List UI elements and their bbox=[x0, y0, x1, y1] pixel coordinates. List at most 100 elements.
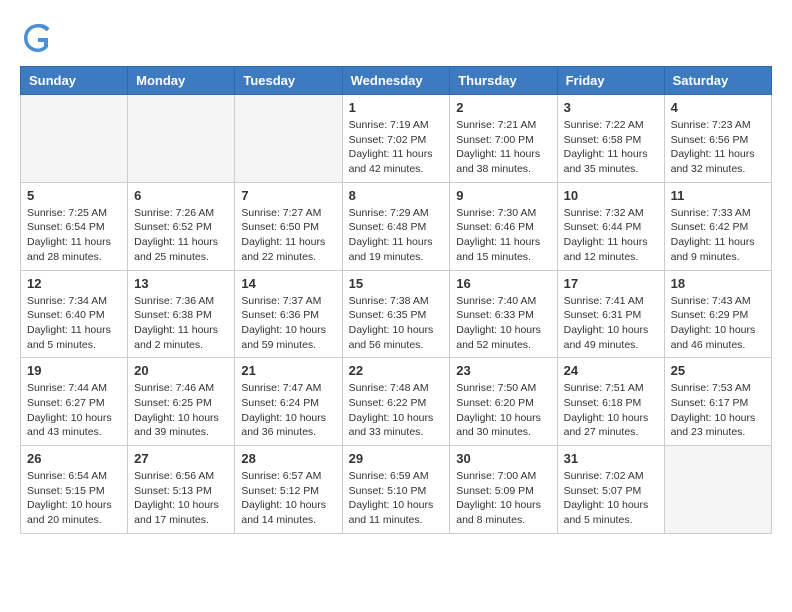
day-number: 19 bbox=[27, 363, 121, 378]
day-header-tuesday: Tuesday bbox=[235, 67, 342, 95]
day-info: Sunrise: 7:53 AM Sunset: 6:17 PM Dayligh… bbox=[671, 381, 765, 440]
day-number: 30 bbox=[456, 451, 550, 466]
day-info: Sunrise: 7:36 AM Sunset: 6:38 PM Dayligh… bbox=[134, 294, 228, 353]
day-number: 21 bbox=[241, 363, 335, 378]
calendar-cell: 26 Sunrise: 6:54 AM Sunset: 5:15 PM Dayli… bbox=[21, 446, 128, 534]
day-info: Sunrise: 7:46 AM Sunset: 6:25 PM Dayligh… bbox=[134, 381, 228, 440]
calendar-cell: 13 Sunrise: 7:36 AM Sunset: 6:38 PM Dayli… bbox=[128, 270, 235, 358]
day-number: 2 bbox=[456, 100, 550, 115]
day-info: Sunrise: 7:34 AM Sunset: 6:40 PM Dayligh… bbox=[27, 294, 121, 353]
day-number: 20 bbox=[134, 363, 228, 378]
day-number: 10 bbox=[564, 188, 658, 203]
day-number: 8 bbox=[349, 188, 444, 203]
day-number: 29 bbox=[349, 451, 444, 466]
calendar-cell: 28Sunrise: 6:57 AM Sunset: 5:12 PM Dayli… bbox=[235, 446, 342, 534]
calendar-cell: 6Sunrise: 7:26 AM Sunset: 6:52 PM Daylig… bbox=[128, 182, 235, 270]
day-header-friday: Friday bbox=[557, 67, 664, 95]
day-number: 9 bbox=[456, 188, 550, 203]
day-number: 31 bbox=[564, 451, 658, 466]
calendar-cell: 17 Sunrise: 7:41 AM Sunset: 6:31 PM Dayli… bbox=[557, 270, 664, 358]
day-header-thursday: Thursday bbox=[450, 67, 557, 95]
calendar-week-row: 1 Sunrise: 7:19 AM Sunset: 7:02 PM Daylig… bbox=[21, 95, 772, 183]
day-number: 4 bbox=[671, 100, 765, 115]
calendar-cell: 31 Sunrise: 7:02 AM Sunset: 5:07 PM Dayli… bbox=[557, 446, 664, 534]
day-number: 11 bbox=[671, 188, 765, 203]
day-number: 13 bbox=[134, 276, 228, 291]
day-info: Sunrise: 7:50 AM Sunset: 6:20 PM Dayligh… bbox=[456, 381, 550, 440]
day-info: Sunrise: 7:19 AM Sunset: 7:02 PM Dayligh… bbox=[349, 118, 444, 177]
calendar-cell: 25 Sunrise: 7:53 AM Sunset: 6:17 PM Dayli… bbox=[664, 358, 771, 446]
calendar-cell: 22 Sunrise: 7:48 AM Sunset: 6:22 PM Dayli… bbox=[342, 358, 450, 446]
day-number: 15 bbox=[349, 276, 444, 291]
calendar-cell: 3 Sunrise: 7:22 AM Sunset: 6:58 PM Daylig… bbox=[557, 95, 664, 183]
calendar-week-row: 5Sunrise: 7:25 AM Sunset: 6:54 PM Daylig… bbox=[21, 182, 772, 270]
calendar-cell: 1 Sunrise: 7:19 AM Sunset: 7:02 PM Daylig… bbox=[342, 95, 450, 183]
day-info: Sunrise: 7:48 AM Sunset: 6:22 PM Dayligh… bbox=[349, 381, 444, 440]
day-number: 1 bbox=[349, 100, 444, 115]
day-number: 25 bbox=[671, 363, 765, 378]
day-info: Sunrise: 7:51 AM Sunset: 6:18 PM Dayligh… bbox=[564, 381, 658, 440]
day-info: Sunrise: 7:29 AM Sunset: 6:48 PM Dayligh… bbox=[349, 206, 444, 265]
day-number: 12 bbox=[27, 276, 121, 291]
day-info: Sunrise: 7:32 AM Sunset: 6:44 PM Dayligh… bbox=[564, 206, 658, 265]
day-number: 14 bbox=[241, 276, 335, 291]
calendar-cell: 11Sunrise: 7:33 AM Sunset: 6:42 PM Dayli… bbox=[664, 182, 771, 270]
day-number: 7 bbox=[241, 188, 335, 203]
calendar-cell: 10 Sunrise: 7:32 AM Sunset: 6:44 PM Dayli… bbox=[557, 182, 664, 270]
calendar-cell: 16 Sunrise: 7:40 AM Sunset: 6:33 PM Dayli… bbox=[450, 270, 557, 358]
calendar-header-row: SundayMondayTuesdayWednesdayThursdayFrid… bbox=[21, 67, 772, 95]
day-header-monday: Monday bbox=[128, 67, 235, 95]
day-number: 28 bbox=[241, 451, 335, 466]
calendar-cell: 4Sunrise: 7:23 AM Sunset: 6:56 PM Daylig… bbox=[664, 95, 771, 183]
calendar-cell: 18 Sunrise: 7:43 AM Sunset: 6:29 PM Dayli… bbox=[664, 270, 771, 358]
calendar-cell bbox=[128, 95, 235, 183]
calendar-cell: 5Sunrise: 7:25 AM Sunset: 6:54 PM Daylig… bbox=[21, 182, 128, 270]
calendar-cell: 21 Sunrise: 7:47 AM Sunset: 6:24 PM Dayli… bbox=[235, 358, 342, 446]
logo bbox=[20, 20, 62, 56]
day-number: 26 bbox=[27, 451, 121, 466]
day-info: Sunrise: 7:00 AM Sunset: 5:09 PM Dayligh… bbox=[456, 469, 550, 528]
day-info: Sunrise: 7:43 AM Sunset: 6:29 PM Dayligh… bbox=[671, 294, 765, 353]
day-info: Sunrise: 7:22 AM Sunset: 6:58 PM Dayligh… bbox=[564, 118, 658, 177]
calendar-cell: 29 Sunrise: 6:59 AM Sunset: 5:10 PM Dayli… bbox=[342, 446, 450, 534]
calendar-week-row: 19 Sunrise: 7:44 AM Sunset: 6:27 PM Dayli… bbox=[21, 358, 772, 446]
day-info: Sunrise: 7:41 AM Sunset: 6:31 PM Dayligh… bbox=[564, 294, 658, 353]
day-number: 17 bbox=[564, 276, 658, 291]
day-number: 22 bbox=[349, 363, 444, 378]
day-info: Sunrise: 7:37 AM Sunset: 6:36 PM Dayligh… bbox=[241, 294, 335, 353]
day-info: Sunrise: 6:59 AM Sunset: 5:10 PM Dayligh… bbox=[349, 469, 444, 528]
calendar-cell: 24Sunrise: 7:51 AM Sunset: 6:18 PM Dayli… bbox=[557, 358, 664, 446]
generalblue-logo-icon bbox=[20, 20, 56, 56]
day-header-saturday: Saturday bbox=[664, 67, 771, 95]
day-number: 27 bbox=[134, 451, 228, 466]
calendar-week-row: 26 Sunrise: 6:54 AM Sunset: 5:15 PM Dayli… bbox=[21, 446, 772, 534]
day-info: Sunrise: 7:30 AM Sunset: 6:46 PM Dayligh… bbox=[456, 206, 550, 265]
day-number: 18 bbox=[671, 276, 765, 291]
day-info: Sunrise: 6:56 AM Sunset: 5:13 PM Dayligh… bbox=[134, 469, 228, 528]
day-number: 23 bbox=[456, 363, 550, 378]
calendar-cell: 15Sunrise: 7:38 AM Sunset: 6:35 PM Dayli… bbox=[342, 270, 450, 358]
calendar-cell: 9 Sunrise: 7:30 AM Sunset: 6:46 PM Daylig… bbox=[450, 182, 557, 270]
day-info: Sunrise: 7:26 AM Sunset: 6:52 PM Dayligh… bbox=[134, 206, 228, 265]
calendar-cell: 27 Sunrise: 6:56 AM Sunset: 5:13 PM Dayli… bbox=[128, 446, 235, 534]
calendar-cell: 8 Sunrise: 7:29 AM Sunset: 6:48 PM Daylig… bbox=[342, 182, 450, 270]
day-info: Sunrise: 7:47 AM Sunset: 6:24 PM Dayligh… bbox=[241, 381, 335, 440]
day-info: Sunrise: 7:27 AM Sunset: 6:50 PM Dayligh… bbox=[241, 206, 335, 265]
day-info: Sunrise: 7:02 AM Sunset: 5:07 PM Dayligh… bbox=[564, 469, 658, 528]
calendar-cell bbox=[664, 446, 771, 534]
calendar-cell: 12 Sunrise: 7:34 AM Sunset: 6:40 PM Dayli… bbox=[21, 270, 128, 358]
calendar-cell: 20 Sunrise: 7:46 AM Sunset: 6:25 PM Dayli… bbox=[128, 358, 235, 446]
day-info: Sunrise: 7:21 AM Sunset: 7:00 PM Dayligh… bbox=[456, 118, 550, 177]
day-header-sunday: Sunday bbox=[21, 67, 128, 95]
day-info: Sunrise: 6:54 AM Sunset: 5:15 PM Dayligh… bbox=[27, 469, 121, 528]
calendar-cell: 30 Sunrise: 7:00 AM Sunset: 5:09 PM Dayli… bbox=[450, 446, 557, 534]
day-number: 16 bbox=[456, 276, 550, 291]
day-info: Sunrise: 7:40 AM Sunset: 6:33 PM Dayligh… bbox=[456, 294, 550, 353]
day-header-wednesday: Wednesday bbox=[342, 67, 450, 95]
calendar-cell: 2 Sunrise: 7:21 AM Sunset: 7:00 PM Daylig… bbox=[450, 95, 557, 183]
calendar-cell bbox=[21, 95, 128, 183]
calendar-cell bbox=[235, 95, 342, 183]
page-header bbox=[20, 20, 772, 56]
day-info: Sunrise: 7:44 AM Sunset: 6:27 PM Dayligh… bbox=[27, 381, 121, 440]
day-number: 3 bbox=[564, 100, 658, 115]
